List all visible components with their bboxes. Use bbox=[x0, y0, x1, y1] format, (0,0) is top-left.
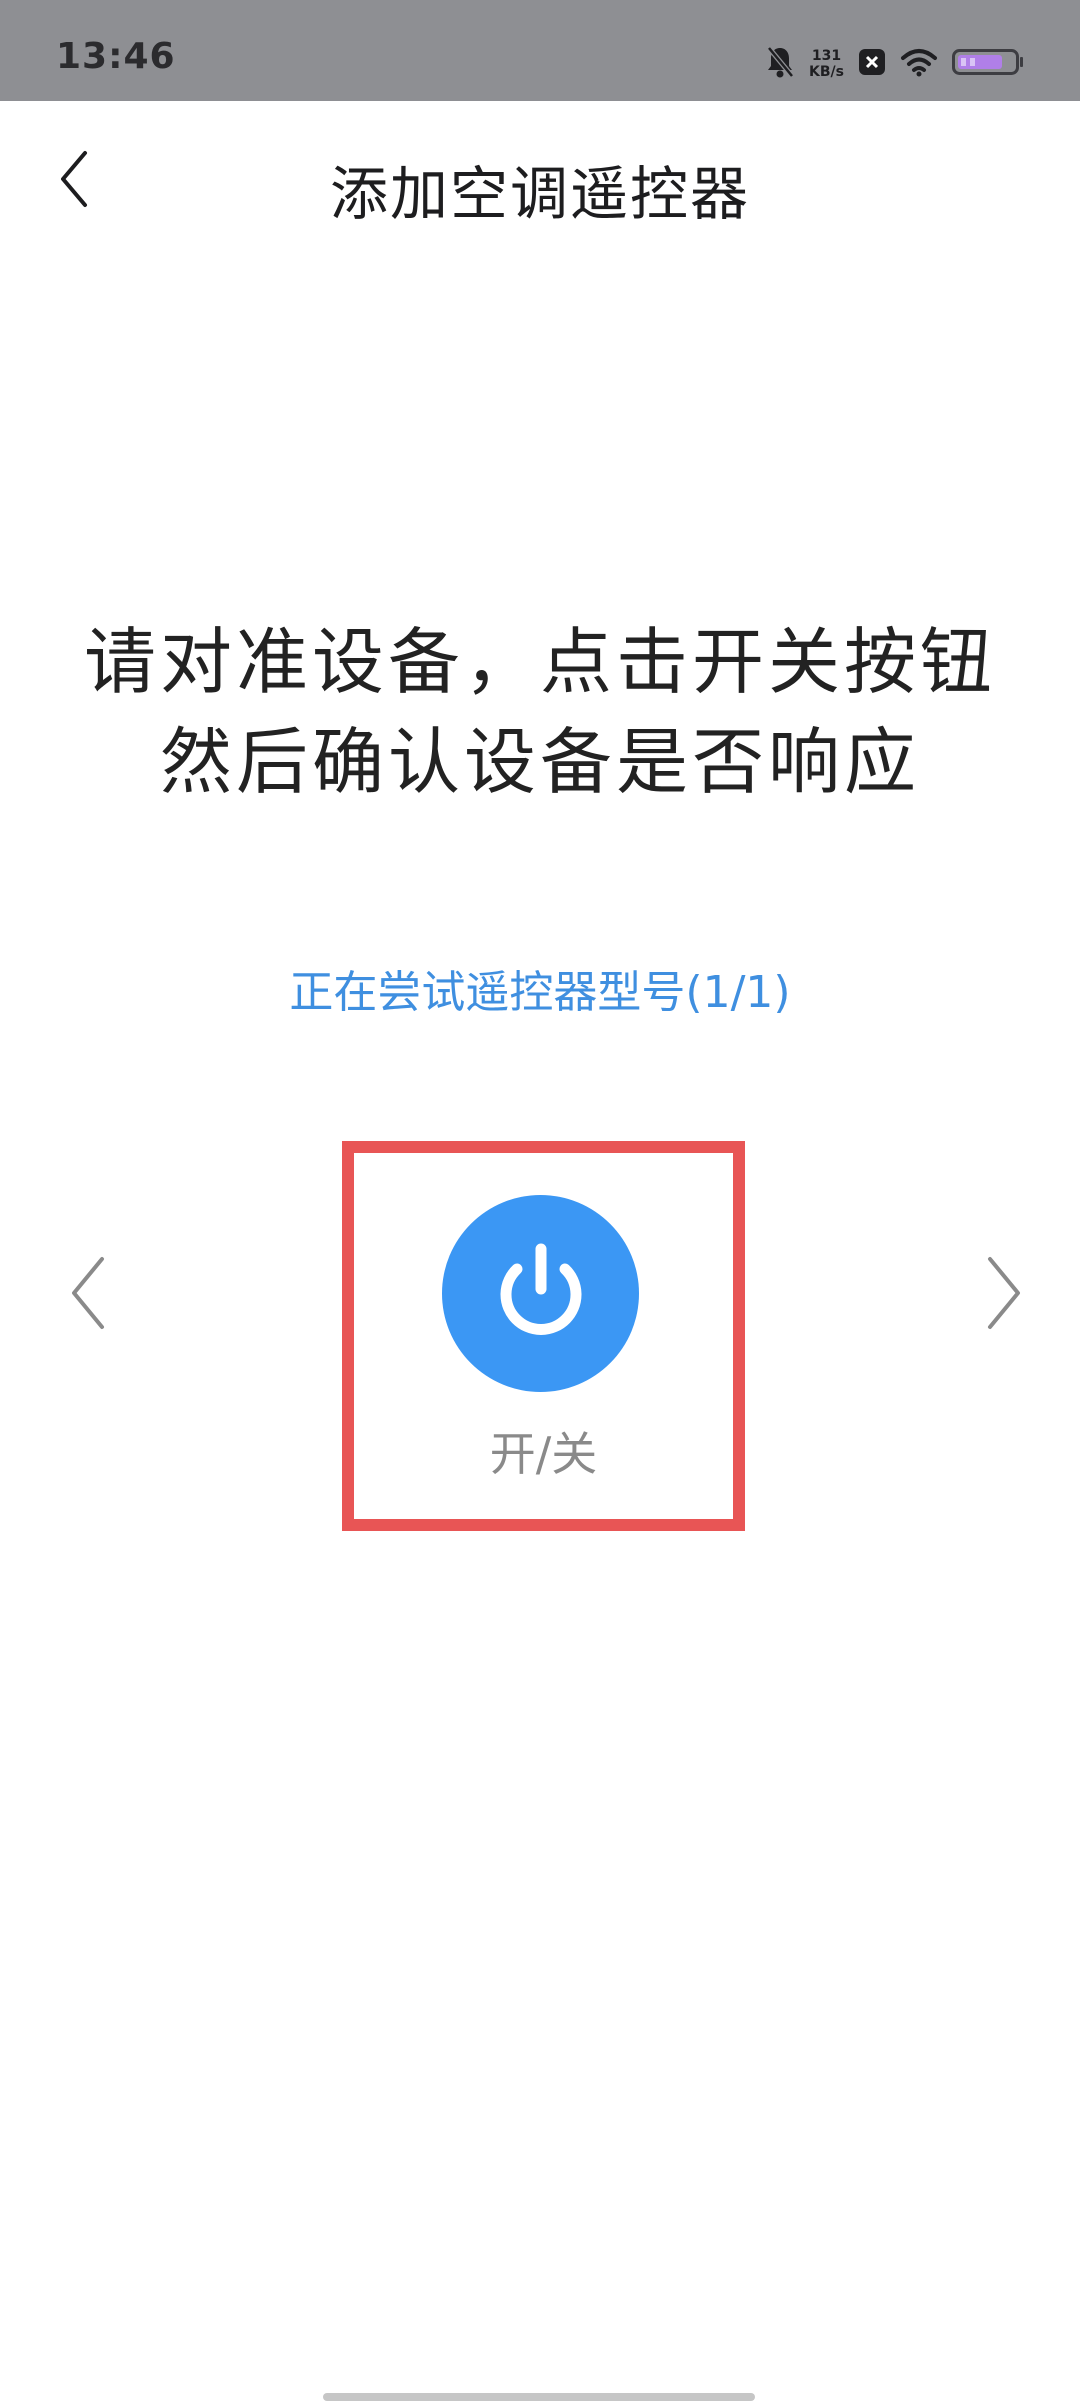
bell-muted-icon bbox=[765, 45, 795, 83]
status-icons: 131 KB/s bbox=[765, 44, 1024, 84]
home-indicator[interactable] bbox=[323, 2393, 755, 2401]
model-trying-status: 正在尝试遥控器型号(1/1) bbox=[289, 967, 791, 1018]
status-bar: 13:46 131 KB/s bbox=[0, 0, 1080, 101]
next-model-button[interactable] bbox=[974, 1255, 1034, 1335]
power-icon bbox=[486, 1237, 596, 1351]
wifi-icon bbox=[900, 47, 938, 81]
net-speed-indicator: 131 KB/s bbox=[809, 48, 844, 80]
page-title: 添加空调遥控器 bbox=[329, 160, 750, 228]
status-time: 13:46 bbox=[56, 36, 176, 77]
instruction-text: 请对准设备，点击开关按钮 然后确认设备是否响应 bbox=[0, 612, 1080, 812]
net-speed-value: 131 bbox=[811, 48, 842, 64]
prev-model-button[interactable] bbox=[58, 1255, 118, 1335]
chevron-right-icon bbox=[984, 1255, 1024, 1335]
x-box-icon bbox=[858, 48, 886, 80]
power-button[interactable] bbox=[442, 1195, 639, 1392]
header: 添加空调遥控器 bbox=[0, 101, 1080, 261]
power-label: 开/关 bbox=[489, 1427, 598, 1481]
instruction-line-2: 然后确认设备是否响应 bbox=[159, 720, 920, 804]
battery-icon bbox=[952, 47, 1024, 81]
chevron-left-icon bbox=[68, 1255, 108, 1335]
instruction-line-1: 请对准设备，点击开关按钮 bbox=[83, 620, 996, 704]
net-speed-unit: KB/s bbox=[809, 64, 844, 80]
